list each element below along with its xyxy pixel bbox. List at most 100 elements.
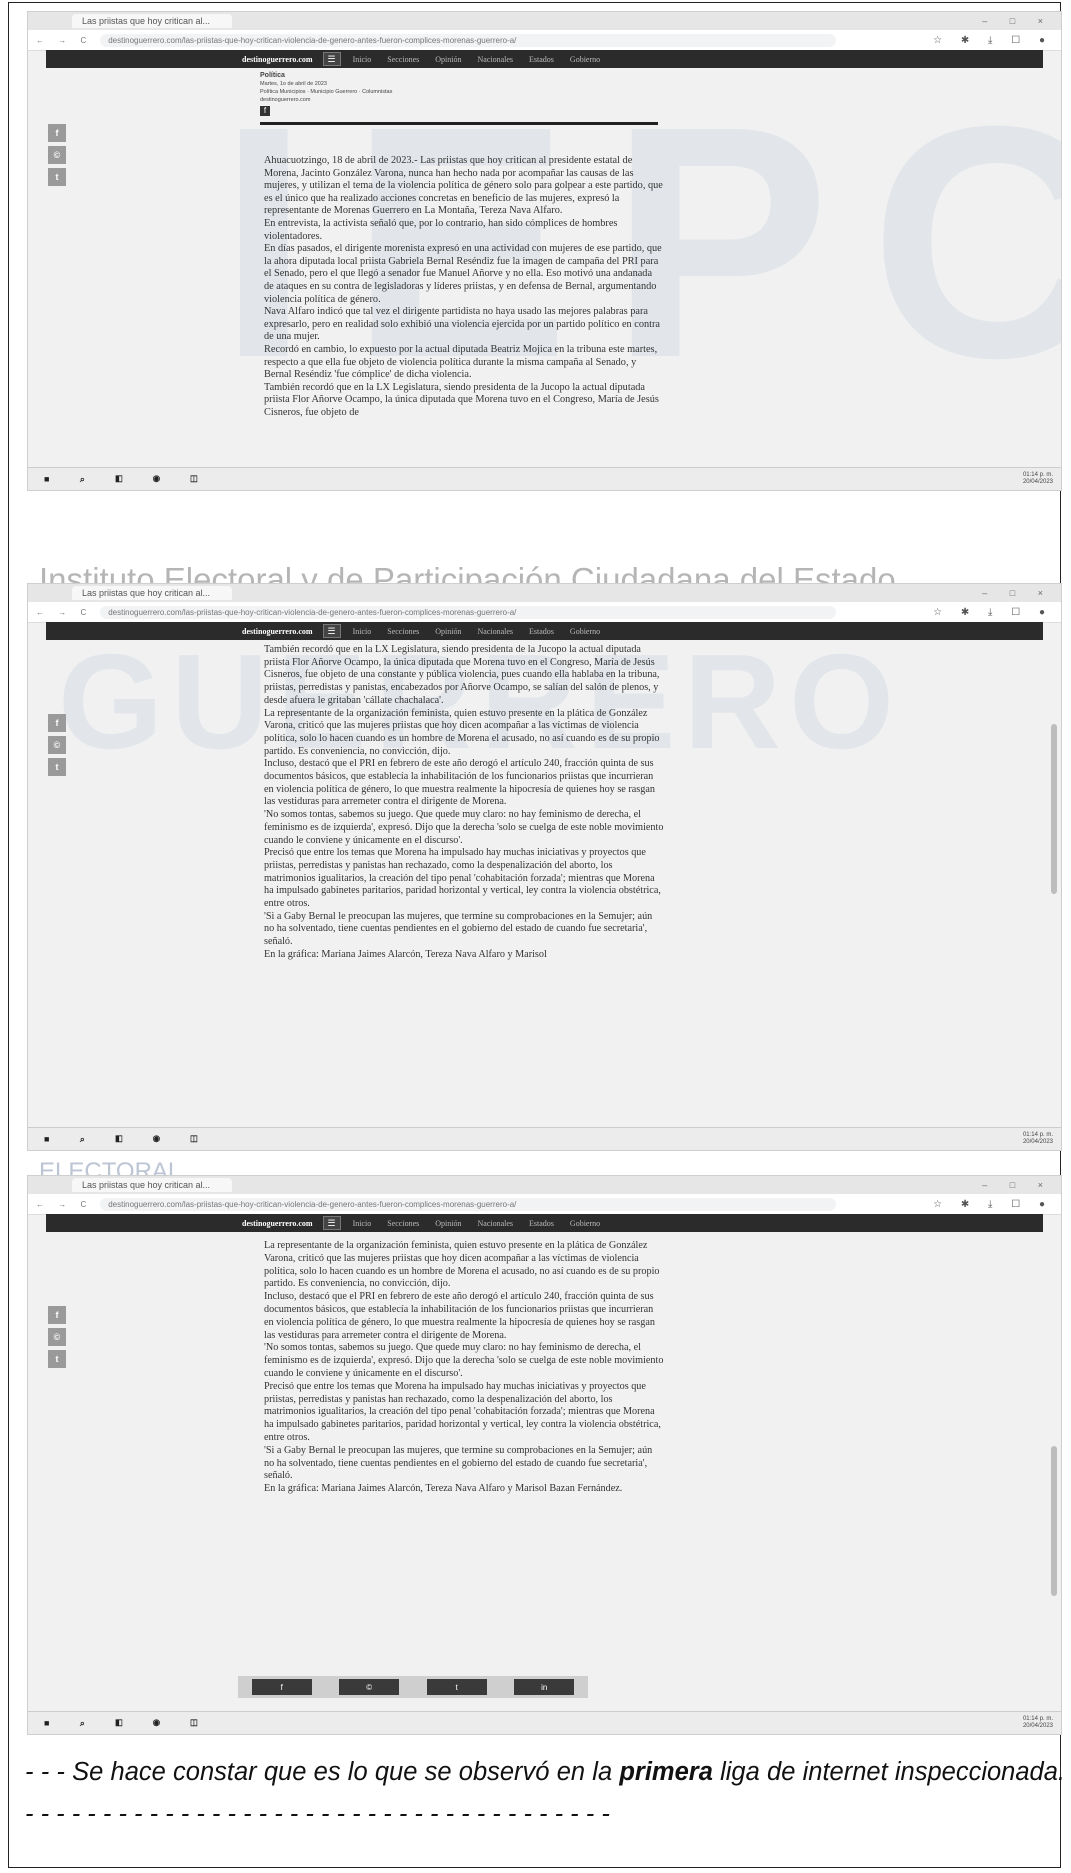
divider [260,122,658,125]
site-menu: Inicio Secciones Opinión Nacionales Esta… [353,55,601,64]
article-paragraph: También recordó que en la LX Legislatura… [264,381,659,418]
window-controls[interactable]: – □ × [982,1180,1053,1190]
site-menu-item[interactable]: Inicio [353,55,372,64]
article-date: Martes, 1o de abril de 2023 [260,81,327,87]
site-menu-item[interactable]: Inicio [353,1219,372,1228]
whatsapp-share-button[interactable]: © [339,1679,400,1695]
article-body: También recordó que en la LX Legislatura… [264,644,664,962]
social-sidebar: f © t [48,124,68,190]
site-menu-item[interactable]: Gobierno [570,55,600,64]
site-menu: Inicio Secciones Opinión Nacionales Esta… [353,1219,601,1228]
article-category[interactable]: Política [260,72,460,80]
site-menu-item[interactable]: Estados [529,627,554,636]
article-paragraph: 'No somos tontas, sabemos su juego. Que … [264,809,664,846]
article-body: La representante de la organización femi… [264,1240,664,1496]
site-nav: destinoguerrero.com ☰ Inicio Secciones O… [46,1214,1043,1232]
scrollbar[interactable] [1051,724,1057,894]
url-field[interactable]: destinoguerrero.com/las-priistas-que-hoy… [100,33,837,47]
browser-address-bar: ← → C destinoguerrero.com/las-priistas-q… [28,602,1061,623]
scrollbar[interactable] [1051,1446,1057,1596]
browser-tab[interactable]: Las priistas que hoy critican al... [72,14,232,28]
article-paragraph: 'Si a Gaby Bernal le preocupan las mujer… [264,1444,653,1482]
taskbar-icons[interactable]: ■ ⌕ ◧ ◉ ◫ [28,1718,211,1729]
article-body: Ahuacuotzingo, 18 de abril de 2023.- Las… [264,155,664,419]
taskbar-clock: 01:14 p. m. 20/04/2023 [1023,1132,1053,1146]
site-menu-item[interactable]: Secciones [387,55,419,64]
article-paragraph: Ahuacuotzingo, 18 de abril de 2023.- Las… [264,155,663,217]
site-menu-item[interactable]: Nacionales [477,1219,513,1228]
whatsapp-share-icon[interactable]: © [48,146,66,164]
article-meta: Política Martes, 1o de abril de 2023 Pol… [260,72,460,116]
social-sidebar: f © t [48,714,68,780]
article-paragraph: En entrevista, la activista señaló que, … [264,217,618,242]
clock-date: 20/04/2023 [1022,1723,1053,1729]
taskbar-icons[interactable]: ■ ⌕ ◧ ◉ ◫ [28,474,211,485]
document-frame: IEPC Las priistas que hoy critican al...… [8,2,1065,1868]
article-paragraph: En la gráfica: Mariana Jaimes Alarcón, T… [264,1483,623,1495]
site-menu: Inicio Secciones Opinión Nacionales Esta… [353,627,601,636]
browser-address-bar: ← → C destinoguerrero.com/las-priistas-q… [28,30,1061,51]
clock-time: 01:14 p. m. [1022,1716,1053,1722]
caption-emphasis: primera [619,1758,713,1786]
article-section[interactable]: Política Municipios · Municipio Guerrero… [260,88,460,96]
site-menu-item[interactable]: Opinión [435,55,461,64]
article-paragraph: 'No somos tontas, sabemos su juego. Que … [264,1342,664,1379]
site-brand[interactable]: destinoguerrero.com [242,627,313,636]
site-menu-item[interactable]: Secciones [387,1219,419,1228]
linkedin-share-button[interactable]: in [514,1679,575,1695]
browser-address-bar: ← → C destinoguerrero.com/las-priistas-q… [28,1194,1061,1215]
social-sidebar: f © t [48,1306,68,1372]
window-controls[interactable]: – □ × [982,16,1053,26]
extension-icons[interactable]: ☆ ✱ ⤓ ☐ ● [933,35,1053,46]
browser-nav-controls[interactable]: ← → C [28,1200,100,1209]
browser-nav-controls[interactable]: ← → C [28,608,100,617]
browser-nav-controls[interactable]: ← → C [28,36,100,45]
facebook-icon[interactable]: f [260,106,270,116]
site-menu-item[interactable]: Estados [529,55,554,64]
browser-tab[interactable]: Las priistas que hoy critican al... [72,1178,232,1192]
site-menu-item[interactable]: Inicio [353,627,372,636]
twitter-share-icon[interactable]: t [48,758,66,776]
site-menu-item[interactable]: Nacionales [477,55,513,64]
window-controls[interactable]: – □ × [982,588,1053,598]
caption-prefix: - - - Se hace constar que es lo que se o… [25,1758,620,1786]
facebook-share-icon[interactable]: f [48,1306,66,1324]
screenshot-3: Las priistas que hoy critican al... – □ … [27,1175,1062,1735]
site-menu-item[interactable]: Gobierno [570,1219,600,1228]
os-taskbar: ■ ⌕ ◧ ◉ ◫ 01:14 p. m. 20/04/2023 [28,467,1061,490]
clock-time: 01:14 p. m. [1022,472,1053,478]
whatsapp-share-icon[interactable]: © [48,1328,66,1346]
hamburger-icon[interactable]: ☰ [322,624,341,638]
site-brand[interactable]: destinoguerrero.com [242,55,313,64]
whatsapp-share-icon[interactable]: © [48,736,66,754]
article-paragraph: En días pasados, el dirigente morenista … [264,243,662,305]
facebook-share-icon[interactable]: f [48,124,66,142]
facebook-share-button[interactable]: f [251,1679,312,1695]
site-nav: destinoguerrero.com ☰ Inicio Secciones O… [46,622,1043,640]
os-taskbar: ■ ⌕ ◧ ◉ ◫ 01:14 p. m. 20/04/2023 [28,1711,1061,1734]
site-menu-item[interactable]: Opinión [435,627,461,636]
site-menu-item[interactable]: Gobierno [570,627,600,636]
site-menu-item[interactable]: Nacionales [477,627,513,636]
site-menu-item[interactable]: Opinión [435,1219,461,1228]
taskbar-icons[interactable]: ■ ⌕ ◧ ◉ ◫ [28,1134,211,1145]
site-brand[interactable]: destinoguerrero.com [242,1219,313,1228]
twitter-share-button[interactable]: t [426,1679,487,1695]
hamburger-icon[interactable]: ☰ [322,1216,341,1230]
clock-date: 20/04/2023 [1022,479,1053,485]
url-field[interactable]: destinoguerrero.com/las-priistas-que-hoy… [100,1197,837,1211]
twitter-share-icon[interactable]: t [48,1350,66,1368]
twitter-share-icon[interactable]: t [48,168,66,186]
taskbar-clock: 01:14 p. m. 20/04/2023 [1023,1716,1053,1730]
extension-icons[interactable]: ☆ ✱ ⤓ ☐ ● [933,607,1053,618]
site-menu-item[interactable]: Estados [529,1219,554,1228]
article-paragraph: La representante de la organización femi… [264,707,660,757]
site-menu-item[interactable]: Secciones [387,627,419,636]
browser-tab[interactable]: Las priistas que hoy critican al... [72,586,232,600]
extension-icons[interactable]: ☆ ✱ ⤓ ☐ ● [933,1199,1053,1210]
facebook-share-icon[interactable]: f [48,714,66,732]
article-paragraph: También recordó que en la LX Legislatura… [264,644,660,706]
hamburger-icon[interactable]: ☰ [322,52,341,66]
url-field[interactable]: destinoguerrero.com/las-priistas-que-hoy… [100,605,837,619]
article-paragraph: Recordó en cambio, lo expuesto por la ac… [264,343,658,381]
